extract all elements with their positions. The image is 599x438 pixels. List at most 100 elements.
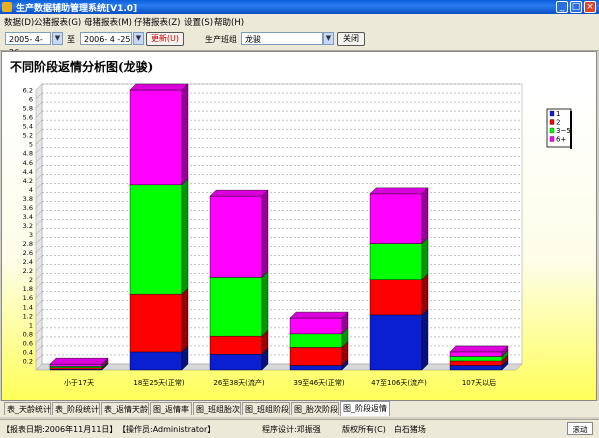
chart-panel: 不同阶段返情分析图(龙骏) 0.2 0.4 0.6 0.8 1 1.2 1.4 1.6 1.8 2… — [1, 51, 597, 401]
bar-segment — [369, 279, 423, 316]
legend-label: 2 — [556, 119, 560, 127]
plot-back-wall — [41, 83, 523, 365]
report-date: 【报表日期:2006年11月11日】 — [2, 425, 118, 434]
legend-swatch — [549, 127, 555, 134]
bar-segment — [209, 335, 263, 355]
y-tick-label: 0.8 — [23, 330, 33, 338]
title-bar: 生产数据辅助管理系统[V1.0] _ □ × — [0, 0, 599, 14]
bar-top — [449, 345, 509, 353]
legend-swatch — [549, 136, 555, 142]
date-from-dropdown-icon[interactable]: ▼ — [52, 32, 63, 45]
menu-boar-report[interactable]: 公猪报表(G) — [34, 16, 81, 28]
x-tick-label: 107天以后 — [462, 378, 496, 387]
y-tick-label: 2.4 — [23, 258, 33, 266]
bar-segment — [209, 353, 263, 371]
y-tick-label: 3.2 — [23, 222, 33, 230]
y-tick-label: 3.4 — [23, 213, 33, 221]
date-from-input[interactable]: 2005- 4-26 — [5, 32, 51, 57]
minimize-button[interactable]: _ — [556, 1, 568, 13]
x-tick-label: 小于17天 — [64, 378, 94, 387]
bar-segment — [289, 347, 343, 366]
bar-top — [209, 189, 269, 197]
group-select[interactable]: 龙骏 — [241, 32, 323, 45]
legend-label: 1 — [556, 110, 560, 118]
tab-age-stats[interactable]: 表_天龄统计 — [4, 402, 51, 415]
y-tick-label: 4 — [29, 186, 33, 194]
bar-segment — [289, 317, 343, 335]
bar-top — [289, 311, 349, 319]
plot-floor — [35, 363, 523, 371]
stacked-bar-chart: 0.20.40.60.811.21.41.61.822.22.42.62.833… — [23, 83, 572, 387]
y-tick-label: 4.4 — [23, 168, 33, 176]
bar-segment-side — [181, 83, 189, 186]
tab-stage-return[interactable]: 图_阶段返情 — [340, 401, 390, 416]
bar-segment-side — [421, 237, 429, 281]
bar-segment — [209, 195, 263, 278]
bar-segment — [369, 243, 423, 280]
legend-swatch — [549, 110, 555, 117]
y-tick-label: 1 — [29, 321, 33, 329]
y-tick-label: 5 — [29, 141, 33, 149]
tab-team-stage[interactable]: 图_班组阶段 — [242, 402, 290, 415]
bar-segment — [449, 360, 503, 366]
y-tick-label: 1.4 — [23, 303, 33, 311]
date-to-input[interactable]: 2006- 4 -25 — [80, 32, 132, 45]
bar-segment — [369, 314, 423, 371]
bar-segment — [49, 367, 103, 370]
status-bar: 【报表日期:2006年11月11日】 【操作员:Administrator】 程… — [0, 419, 599, 438]
y-tick-label: 5.6 — [23, 114, 33, 122]
copyright: 版权所有(C) 白石猪场 — [342, 425, 426, 434]
y-tick-label: 5.4 — [23, 123, 33, 131]
tab-strip: 表_天龄统计 表_阶段统计 表_返情天龄 图_返情率 图_班组胎次 图_班组阶段… — [0, 401, 599, 417]
date-to-dropdown-icon[interactable]: ▼ — [133, 32, 144, 45]
y-tick-label: 1.2 — [23, 312, 33, 320]
y-tick-label: 3.6 — [23, 204, 33, 212]
bar-segment — [129, 293, 183, 353]
menu-piglet-report[interactable]: 仔猪报表(Z) — [134, 16, 180, 28]
refresh-button[interactable]: 更新(U) — [146, 32, 184, 46]
menu-help[interactable]: 帮助(H) — [214, 16, 244, 28]
y-tick-label: 0.4 — [23, 348, 33, 356]
operator: 【操作员:Administrator】 — [118, 425, 216, 434]
menu-settings[interactable]: 设置(S) — [184, 16, 213, 28]
y-tick-label: 2.6 — [23, 249, 33, 257]
bar-top — [369, 187, 429, 195]
y-tick-label: 6.2 — [23, 87, 33, 95]
tab-return-rate[interactable]: 图_返情率 — [150, 402, 192, 415]
y-tick-label: 0.6 — [23, 339, 33, 347]
y-tick-label: 4.2 — [23, 177, 33, 185]
x-tick-label: 47至106天(流产) — [371, 378, 427, 387]
bar-segment — [289, 333, 343, 348]
bar-segment — [209, 277, 263, 337]
y-tick-label: 3 — [29, 231, 33, 239]
bar-segment — [289, 365, 343, 371]
maximize-button[interactable]: □ — [570, 1, 582, 13]
bar-segment — [369, 193, 423, 244]
bar-segment-side — [261, 270, 269, 337]
bar-top — [49, 357, 109, 365]
status-box: 滚动 — [567, 422, 593, 435]
y-tick-label: 5.8 — [23, 105, 33, 113]
legend-label: 6+ — [556, 136, 566, 144]
bar-segment-side — [421, 308, 429, 371]
bar-segment — [449, 351, 503, 357]
menu-data[interactable]: 数据(D) — [4, 16, 34, 28]
bar-segment — [129, 184, 183, 295]
close-view-button[interactable]: 关闭 — [337, 32, 365, 46]
tab-parity-stage[interactable]: 图_胎次阶段 — [291, 402, 339, 415]
group-label: 生产班组 — [205, 35, 237, 44]
tab-return-age[interactable]: 表_返情天龄 — [101, 402, 149, 415]
menu-sow-report[interactable]: 母猪报表(M) — [84, 16, 132, 28]
y-tick-label: 2 — [29, 276, 33, 284]
plot-side-wall — [35, 83, 43, 371]
group-dropdown-icon[interactable]: ▼ — [323, 32, 334, 45]
x-tick-label: 18至25天(正常) — [133, 378, 185, 387]
close-button[interactable]: × — [584, 1, 596, 13]
y-tick-label: 2.2 — [23, 267, 33, 275]
y-tick-label: 6 — [29, 96, 33, 104]
bar-segment-side — [421, 273, 429, 316]
bar-segment-side — [181, 287, 189, 353]
toolbar: 2005- 4-26 ▼ 至 2006- 4 -25 ▼ 更新(U) 生产班组 … — [0, 28, 599, 57]
tab-team-parity[interactable]: 图_班组胎次 — [193, 402, 241, 415]
tab-stage-stats[interactable]: 表_阶段统计 — [52, 402, 100, 415]
